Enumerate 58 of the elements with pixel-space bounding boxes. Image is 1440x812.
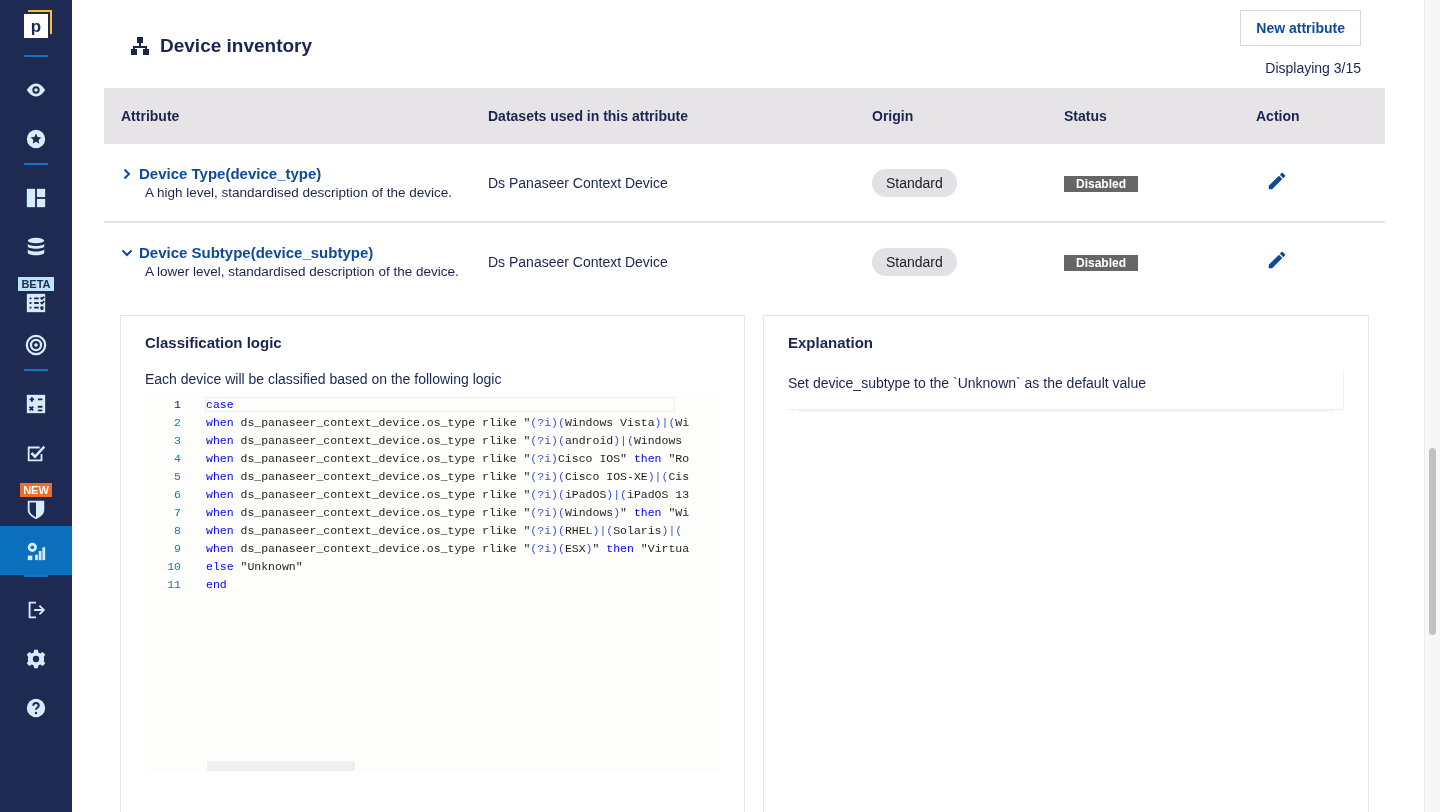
status-tag: Disabled [1064,175,1138,192]
code-line: when ds_panaseer_context_device.os_type rlike "(?i)(RHEL)|(Solaris)|( [206,523,683,537]
line-number: 11 [166,577,181,591]
line-number: 2 [173,415,181,429]
dataset-cell-text: Ds Panaseer Context Device [488,174,669,191]
scrollbar[interactable] [1424,0,1440,812]
line-number: 9 [173,541,181,555]
line-number: 5 [173,469,181,483]
attribute-link[interactable]: Device Type(device_type) [139,165,322,182]
explanation-text: Set device_subtype to the `Unknown` as the default value [788,371,1344,410]
status-tag: Disabled [1064,254,1138,271]
column-header: Status [1064,108,1108,124]
column-header: Datasets used in this attribute [488,108,689,124]
database-icon [25,235,47,258]
new-attribute-button[interactable]: New attribute [1240,10,1361,46]
panel-intro: Each device will be classified based on the following logic [145,371,503,387]
help-icon [25,696,47,719]
attribute-description: A high level, standardised description of the device. [144,185,453,200]
code-line: else "Unknown" [206,559,303,573]
target-icon [25,333,47,356]
nav-item[interactable]: BETA [0,271,72,320]
column-header: Origin [872,108,915,124]
display-count: Displaying 3/15 [1265,60,1361,76]
code-line: when ds_panaseer_context_device.os_type rlike "(?i)(android)|(Windows [206,433,683,447]
page-title: Device inventory [160,35,313,57]
panel-title: Explanation [788,334,874,351]
code-line: when ds_panaseer_context_device.os_type rlike "(?i)(Cisco IOS-XE)|(Cis [206,469,690,483]
badge: NEW [20,483,52,497]
code-line: when ds_panaseer_context_device.os_type rlike "(?i)Cisco IOS" then "Ro [206,451,690,465]
chevron-right-icon[interactable] [121,167,133,180]
code-line: when ds_panaseer_context_device.os_type rlike "(?i)(Windows Vista)|(Wi [206,415,690,429]
origin-tag: Standard [872,247,957,276]
column-header: Attribute [120,108,181,124]
calculator-icon [25,392,47,415]
code-line: when ds_panaseer_context_device.os_type rlike "(?i)(iPadOS)|(iPadOS 13 [206,487,690,501]
gear-icon [25,647,47,670]
code-line: end [206,577,227,591]
line-number: 7 [173,505,181,519]
code-line: when ds_panaseer_context_device.os_type rlike "(?i)(ESX)" then "Virtua [206,541,690,555]
column-header: Action [1256,108,1300,124]
dataset-cell-text: Ds Panaseer Context Device [488,253,669,270]
code-line: when ds_panaseer_context_device.os_type rlike "(?i)(Windows)" then "Wi [206,505,690,519]
line-number: 1 [173,397,181,411]
layout-icon [25,186,47,209]
line-number: 6 [173,487,181,501]
badge: BETA [18,277,54,291]
line-number: 3 [173,433,181,447]
checklist-icon [25,292,47,314]
line-number: 8 [173,523,181,537]
panel-title: Classification logic [145,334,283,351]
attribute-description: A lower level, standardised description of the device. [144,264,460,279]
code-line: case [206,397,674,411]
shield-icon [25,498,47,520]
origin-tag: Standard [872,168,957,197]
line-number: 4 [173,451,181,465]
hierarchy-icon [130,36,150,56]
line-number: 10 [166,559,181,573]
attribute-link[interactable]: Device Subtype(device_subtype) [139,244,374,261]
